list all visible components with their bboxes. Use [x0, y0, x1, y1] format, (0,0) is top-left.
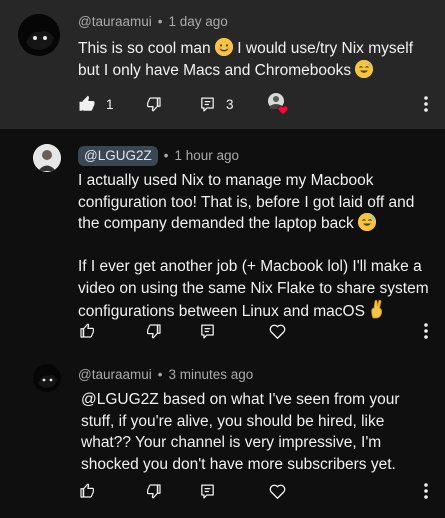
- reply-button[interactable]: [199, 479, 216, 503]
- comment-actions: [0, 319, 445, 343]
- heart-button[interactable]: [268, 479, 287, 503]
- comment-author[interactable]: @tauraamui: [78, 367, 152, 382]
- reply-button[interactable]: [199, 319, 216, 343]
- comment-actions: [0, 479, 445, 503]
- heart-button[interactable]: [268, 319, 287, 343]
- reply-icon: [201, 96, 214, 112]
- like-button[interactable]: [78, 479, 96, 503]
- thumb-down-icon: [147, 484, 161, 499]
- like-button[interactable]: [78, 319, 96, 343]
- comment-text: I actually used Nix to manage my Macbook…: [78, 170, 438, 326]
- reply-comment: @LGUG2Z • 1 hour ago I actually used Nix t…: [0, 129, 445, 349]
- avatar[interactable]: [18, 14, 60, 56]
- comment-meta: @tauraamui • 1 day ago: [78, 14, 228, 29]
- thumb-down-icon: [147, 97, 161, 112]
- comment-time: 1 day ago: [168, 14, 228, 29]
- comment-time: 3 minutes ago: [168, 367, 254, 382]
- more-vert-icon: [424, 96, 428, 112]
- reply-icon: [201, 323, 214, 339]
- creator-heart: [266, 92, 290, 116]
- comment-text: @LGUG2Z based on what I've seen from you…: [81, 391, 400, 473]
- thumb-up-icon: [80, 483, 94, 498]
- heart-icon: [269, 324, 286, 339]
- comment-actions: 1 3: [0, 92, 445, 116]
- dislike-button[interactable]: [145, 92, 163, 116]
- more-options-button[interactable]: [416, 92, 436, 116]
- thumb-down-icon: [147, 324, 161, 339]
- more-options-button[interactable]: [416, 319, 436, 343]
- sweat-smile-emoji-icon: [358, 213, 377, 231]
- thumb-up-icon: [80, 323, 94, 338]
- reply-comment: @tauraamui • 3 minutes ago @LGUG2Z based o…: [0, 349, 445, 518]
- creator-heart-icon: [268, 93, 289, 116]
- sweat-smile-emoji-icon: [355, 59, 374, 78]
- like-count: 1: [106, 96, 114, 112]
- comment-time: 1 hour ago: [174, 148, 240, 163]
- more-options-button[interactable]: [416, 479, 436, 503]
- heart-icon: [269, 484, 286, 499]
- dislike-button[interactable]: [145, 479, 163, 503]
- comment-author[interactable]: @tauraamui: [78, 14, 152, 29]
- avatar[interactable]: [33, 144, 61, 172]
- dislike-button[interactable]: [145, 319, 163, 343]
- smiling-emoji-icon: [214, 38, 233, 56]
- replies-button[interactable]: 3: [199, 92, 234, 116]
- avatar[interactable]: [33, 364, 61, 392]
- reply-count: 3: [226, 96, 234, 112]
- reply-icon: [201, 483, 214, 499]
- highlighted-comment: @tauraamui • 1 day ago This is so cool man…: [0, 0, 445, 129]
- comment-meta: @LGUG2Z • 1 hour ago: [78, 146, 239, 166]
- creator-handle-chip[interactable]: @LGUG2Z: [78, 146, 158, 166]
- like-button[interactable]: 1: [78, 92, 114, 116]
- comment-text: This is so cool man I would use/try Nix …: [78, 38, 414, 79]
- more-vert-icon: [424, 483, 428, 499]
- thumb-up-icon: [79, 95, 95, 111]
- more-vert-icon: [424, 323, 428, 339]
- comment-meta: @tauraamui • 3 minutes ago: [78, 367, 254, 382]
